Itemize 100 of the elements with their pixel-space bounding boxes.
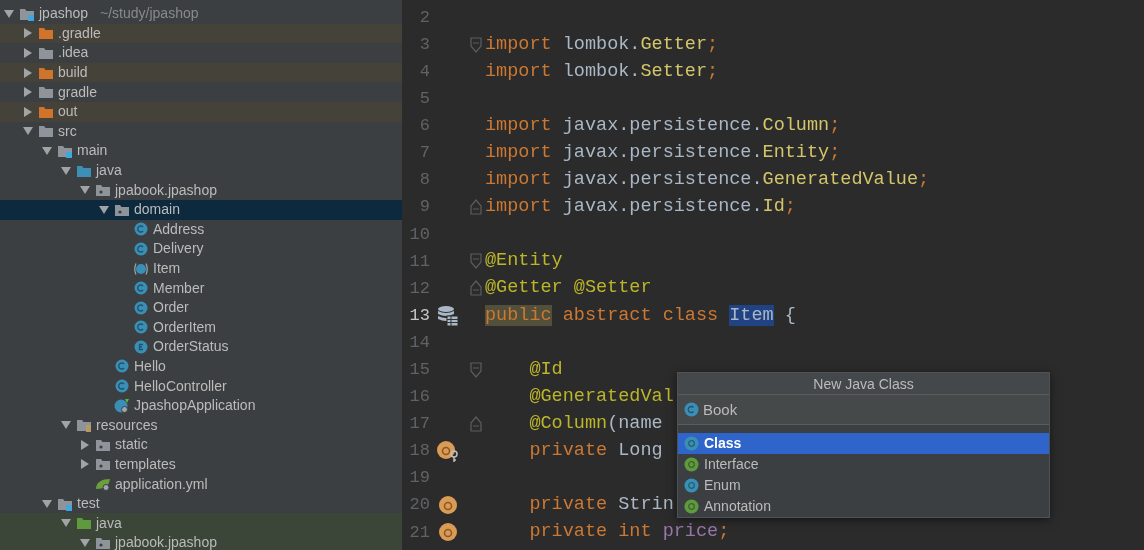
folder-icon <box>38 124 54 139</box>
class-icon <box>114 359 130 374</box>
tree-item[interactable]: Address <box>0 219 402 240</box>
collapse-arrow-icon[interactable] <box>79 537 91 548</box>
folder-icon <box>38 104 54 119</box>
class-icon <box>133 320 149 335</box>
class-kind-option[interactable]: Class <box>678 433 1049 454</box>
tree-item[interactable]: templates <box>0 454 402 475</box>
code-token: abstract class <box>561 304 720 326</box>
folder-icon <box>95 457 111 472</box>
code-line: private Long <box>528 439 663 464</box>
collapse-arrow-icon[interactable] <box>98 204 110 215</box>
line-number: 7 <box>418 142 430 165</box>
collapse-arrow-icon[interactable] <box>41 498 53 509</box>
folder-icon <box>57 496 73 511</box>
tree-item[interactable]: build <box>0 62 402 83</box>
config-file-icon <box>95 477 111 492</box>
folder-icon <box>38 26 54 41</box>
tree-item[interactable]: main <box>0 141 402 161</box>
class-icon <box>133 222 149 237</box>
code-line: private int price; <box>528 520 730 545</box>
line-number: 14 <box>408 331 430 354</box>
line-number: 3 <box>418 33 430 56</box>
tree-item[interactable]: OrderItem <box>0 317 402 338</box>
class-icon <box>133 281 149 296</box>
folder-icon <box>19 6 35 21</box>
expand-arrow-icon[interactable] <box>79 459 91 470</box>
folder-icon <box>95 437 111 452</box>
expand-arrow-icon[interactable] <box>22 67 34 78</box>
tree-item[interactable]: Order <box>0 297 402 318</box>
line-number: 5 <box>418 88 430 111</box>
class-kind-option[interactable]: Annotation <box>678 496 1049 517</box>
class-kind-option[interactable]: Interface <box>678 454 1049 475</box>
abstract-class-icon <box>133 261 149 276</box>
code-line: import lombok.Setter; <box>485 59 719 84</box>
class-kind-option[interactable]: Enum <box>678 475 1049 496</box>
code-line: @Entity <box>485 249 563 274</box>
tree-item[interactable]: .gradle <box>0 23 402 44</box>
collapse-arrow-icon[interactable] <box>22 126 34 137</box>
code-line: private Strin <box>528 493 674 518</box>
collapse-arrow-icon[interactable] <box>3 8 15 19</box>
code-line: @GeneratedVal <box>528 384 674 409</box>
tree-item[interactable]: test <box>0 493 402 514</box>
folder-icon <box>95 183 111 198</box>
expand-arrow-icon[interactable] <box>22 87 34 98</box>
collapse-arrow-icon[interactable] <box>41 145 53 156</box>
tree-item[interactable]: application.yml <box>0 474 402 494</box>
line-number: 10 <box>408 223 430 246</box>
folder-icon <box>38 65 54 80</box>
folder-icon <box>57 143 73 158</box>
collapse-arrow-icon[interactable] <box>60 420 72 431</box>
expand-arrow-icon[interactable] <box>22 48 34 58</box>
tree-item[interactable]: domain <box>0 199 402 220</box>
expand-arrow-icon[interactable] <box>22 106 34 117</box>
tree-item[interactable]: jpabook.jpashop <box>0 180 402 200</box>
line-number: 19 <box>408 467 430 490</box>
tree-item[interactable]: JpashopApplication <box>0 395 402 416</box>
enum-icon <box>684 478 699 493</box>
tree-item[interactable]: java <box>0 160 402 181</box>
tree-item[interactable]: resources <box>0 415 402 436</box>
line-number: 18 <box>408 440 430 463</box>
tree-item[interactable]: jpashop ~/study/jpashop <box>0 4 402 24</box>
project-path: ~/study/jpashop <box>100 4 199 24</box>
tree-item[interactable]: src <box>0 121 402 142</box>
folder-icon <box>95 535 111 550</box>
expand-arrow-icon[interactable] <box>79 439 91 450</box>
code-line: import javax.persistence.GeneratedValue; <box>485 168 930 193</box>
tree-item[interactable]: java <box>0 513 402 534</box>
collapse-arrow-icon[interactable] <box>79 185 91 196</box>
tree-item[interactable]: gradle <box>0 82 402 102</box>
line-number: 11 <box>408 250 430 273</box>
tree-item[interactable]: Hello <box>0 356 402 377</box>
line-number: 21 <box>408 521 430 544</box>
class-icon <box>684 402 699 417</box>
line-number: 2 <box>418 6 430 29</box>
tree-item[interactable]: static <box>0 435 402 455</box>
tree-item[interactable]: jpabook.jpashop <box>0 533 402 550</box>
collapse-arrow-icon[interactable] <box>60 518 72 529</box>
collapse-arrow-icon[interactable] <box>60 165 72 176</box>
expand-arrow-icon[interactable] <box>22 28 34 39</box>
folder-icon <box>38 46 54 60</box>
tree-item[interactable]: OrderStatus <box>0 337 402 357</box>
dialog-title: New Java Class <box>678 373 1049 395</box>
code-line: @Id <box>528 357 563 382</box>
code-line: @Column(name <box>528 411 663 436</box>
tree-item[interactable]: Item <box>0 258 402 279</box>
folder-icon <box>76 163 92 178</box>
enum-icon <box>133 339 149 354</box>
line-number: 17 <box>408 413 430 436</box>
tree-item[interactable]: Member <box>0 278 402 298</box>
annotation-icon <box>684 499 699 514</box>
tree-item[interactable]: out <box>0 101 402 122</box>
class-icon <box>684 436 699 451</box>
tree-item[interactable]: .idea <box>0 43 402 63</box>
line-number: 9 <box>418 196 430 219</box>
line-number: 4 <box>418 61 430 83</box>
interface-icon <box>684 457 699 472</box>
tree-item[interactable]: HelloController <box>0 376 402 396</box>
code-line: import javax.persistence.Entity; <box>485 141 841 165</box>
tree-item[interactable]: Delivery <box>0 239 402 259</box>
